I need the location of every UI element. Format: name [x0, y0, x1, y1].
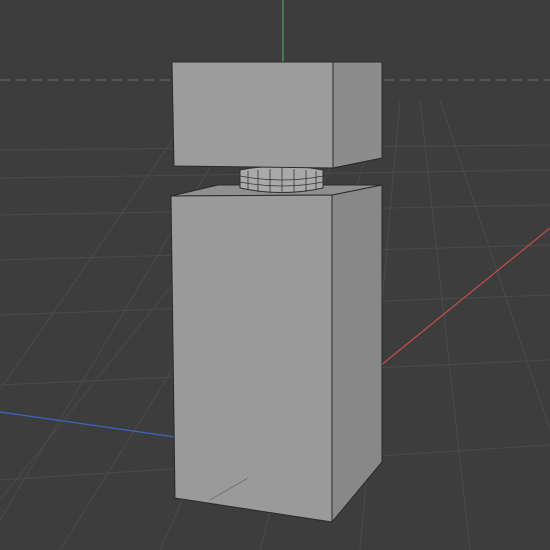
bottle-cap[interactable]: [171, 61, 383, 169]
body-front-face[interactable]: [170, 194, 333, 523]
viewport-canvas[interactable]: [0, 0, 550, 550]
grid-line: [0, 99, 201, 391]
cap-side-face[interactable]: [332, 61, 383, 169]
bottle-body[interactable]: [170, 184, 383, 524]
z-axis-line: [0, 411, 176, 438]
neck-cylinder[interactable]: [239, 165, 324, 193]
cap-front-face[interactable]: [171, 61, 334, 169]
body-side-face[interactable]: [331, 184, 383, 524]
grid-line: [439, 99, 550, 432]
3d-viewport[interactable]: [0, 0, 550, 550]
bottle-neck[interactable]: [239, 165, 324, 193]
